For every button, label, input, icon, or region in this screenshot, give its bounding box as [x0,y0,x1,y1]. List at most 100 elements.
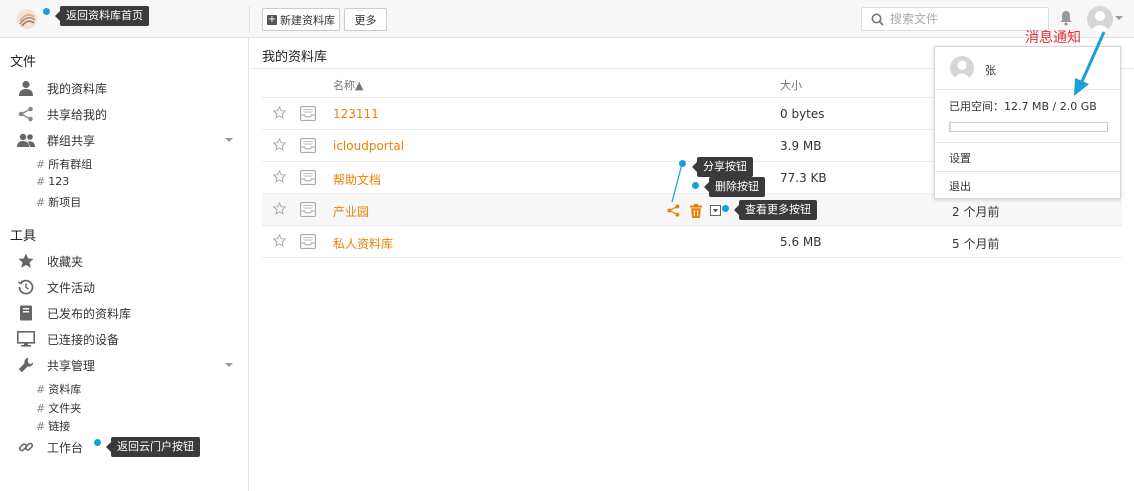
library-mtime: 2 个月前 [952,205,1000,219]
star-icon[interactable] [273,202,286,215]
sidebar-sub-label: 文件夹 [48,402,82,415]
sidebar-item-label: 共享给我的 [47,107,108,122]
hash-icon: # [36,420,46,433]
chevron-down-icon[interactable] [1115,16,1123,20]
trash-icon[interactable] [690,204,702,218]
hash-icon: # [36,383,46,396]
group-icon [16,130,36,150]
library-name[interactable]: 产业园 [333,203,369,220]
hash-icon: # [36,175,46,188]
more-dropdown-icon[interactable] [710,205,721,216]
toolbar-divider [249,6,250,32]
sidebar-group-123[interactable]: #123 [36,175,69,188]
new-library-button[interactable]: + 新建资料库 [262,8,340,31]
star-icon[interactable] [273,234,286,247]
sidebar-item-label: 我的资料库 [47,81,108,96]
hash-icon: # [36,402,46,415]
quota-value: 12.7 MB / 2.0 GB [1004,100,1097,113]
library-name[interactable]: 私人资料库 [333,235,393,252]
sidebar-group-new-project[interactable]: # 新项目 [36,194,81,210]
library-icon [300,202,316,217]
sidebar-sub-label: 所有群组 [48,158,93,171]
sidebar-item-label: 工作台 [47,440,84,455]
quota-text: 已用空间：12.7 MB / 2.0 GB [949,98,1097,114]
sidebar-share-admin-links[interactable]: # 链接 [36,418,70,434]
search-icon [871,13,884,26]
user-avatar[interactable] [1087,6,1113,32]
divider [935,142,1120,143]
sidebar-item-share-admin[interactable]: 共享管理 [16,354,241,376]
sidebar-item-linked-devices[interactable]: 已连接的设备 [16,328,241,350]
library-name[interactable]: 帮助文档 [333,171,381,188]
library-name[interactable]: 123111 [333,107,379,121]
star-icon [16,251,36,271]
sidebar-item-shared-with-me[interactable]: 共享给我的 [16,103,241,125]
star-icon[interactable] [273,170,286,183]
sidebar-item-favorites[interactable]: 收藏夹 [16,250,241,272]
annotation-dot [43,8,50,15]
sidebar-share-admin-folders[interactable]: # 文件夹 [36,400,81,416]
sidebar-item-label: 已连接的设备 [47,332,120,347]
avatar [950,56,974,80]
plus-icon: + [267,13,277,25]
tools-section-title: 工具 [10,229,37,244]
table-row[interactable]: 私人资料库 5.6 MB 5 个月前 [262,226,1122,258]
new-library-label: 新建资料库 [280,13,335,27]
quota-label: 已用空间： [949,100,1004,113]
popup-user-name: 张 [985,64,996,77]
sidebar-item-label: 文件活动 [47,280,96,295]
sidebar-sub-label: 123 [48,175,70,188]
sidebar-item-my-libraries[interactable]: 我的资料库 [16,77,241,99]
annotation-arrow [1074,31,1106,96]
top-bar: + 新建资料库 更多 [0,0,1134,38]
library-icon [300,138,316,153]
hash-icon: # [36,158,46,171]
library-mtime: 5 个月前 [952,237,1000,251]
annotation-more-button: 查看更多按钮 [734,200,817,220]
share-icon [16,104,36,124]
settings-menu-item[interactable]: 设置 [949,150,971,166]
column-header-size[interactable]: 大小 [780,77,802,93]
logo-icon[interactable] [16,8,38,30]
wrench-icon [16,355,36,375]
annotation-back-portal: 返回云门户按钮 [106,437,200,457]
more-button[interactable]: 更多 [344,8,387,31]
library-icon [300,106,316,121]
logout-menu-item[interactable]: 退出 [949,178,971,194]
library-size: 77.3 KB [780,171,827,185]
sidebar-item-file-activity[interactable]: 文件活动 [16,276,241,298]
bell-icon[interactable] [1059,10,1073,26]
library-icon [300,170,316,185]
book-icon [16,303,36,323]
quota-progress-bar [949,122,1108,132]
annotation-pointer-line [671,163,683,203]
sidebar-item-label: 已发布的资料库 [47,306,132,321]
hash-icon: # [36,196,46,209]
search-box[interactable] [861,7,1049,31]
link-icon [16,437,36,457]
search-input[interactable] [890,11,1040,27]
sidebar-share-admin-libraries[interactable]: # 资料库 [36,381,81,397]
sidebar: 文件 我的资料库 共享给我的 群组共享 # 所有群组 #123 # 新项目 工具 收… [0,38,249,491]
chevron-down-icon[interactable] [225,363,233,367]
chevron-down-icon[interactable] [225,138,233,142]
more-label: 更多 [354,13,377,27]
divider [935,171,1120,172]
sidebar-group-all[interactable]: # 所有群组 [36,156,92,172]
star-icon[interactable] [273,106,286,119]
sidebar-item-published-libraries[interactable]: 已发布的资料库 [16,302,241,324]
sidebar-item-label: 收藏夹 [47,254,84,269]
sidebar-item-group-share[interactable]: 群组共享 [16,129,241,151]
files-section-title: 文件 [10,55,37,70]
annotation-dot [679,160,686,167]
column-header-name[interactable]: 名称▲ [333,77,363,93]
sidebar-item-label: 群组共享 [47,133,96,148]
annotation-delete-button: 删除按钮 [704,177,765,197]
star-icon[interactable] [273,138,286,151]
user-icon [16,78,36,98]
annotation-back-home: 返回资料库首页 [55,6,149,26]
sidebar-item-label: 共享管理 [47,358,96,373]
library-name[interactable]: icloudportal [333,139,404,153]
quota-progress-fill [950,123,951,131]
library-size: 5.6 MB [780,235,822,249]
